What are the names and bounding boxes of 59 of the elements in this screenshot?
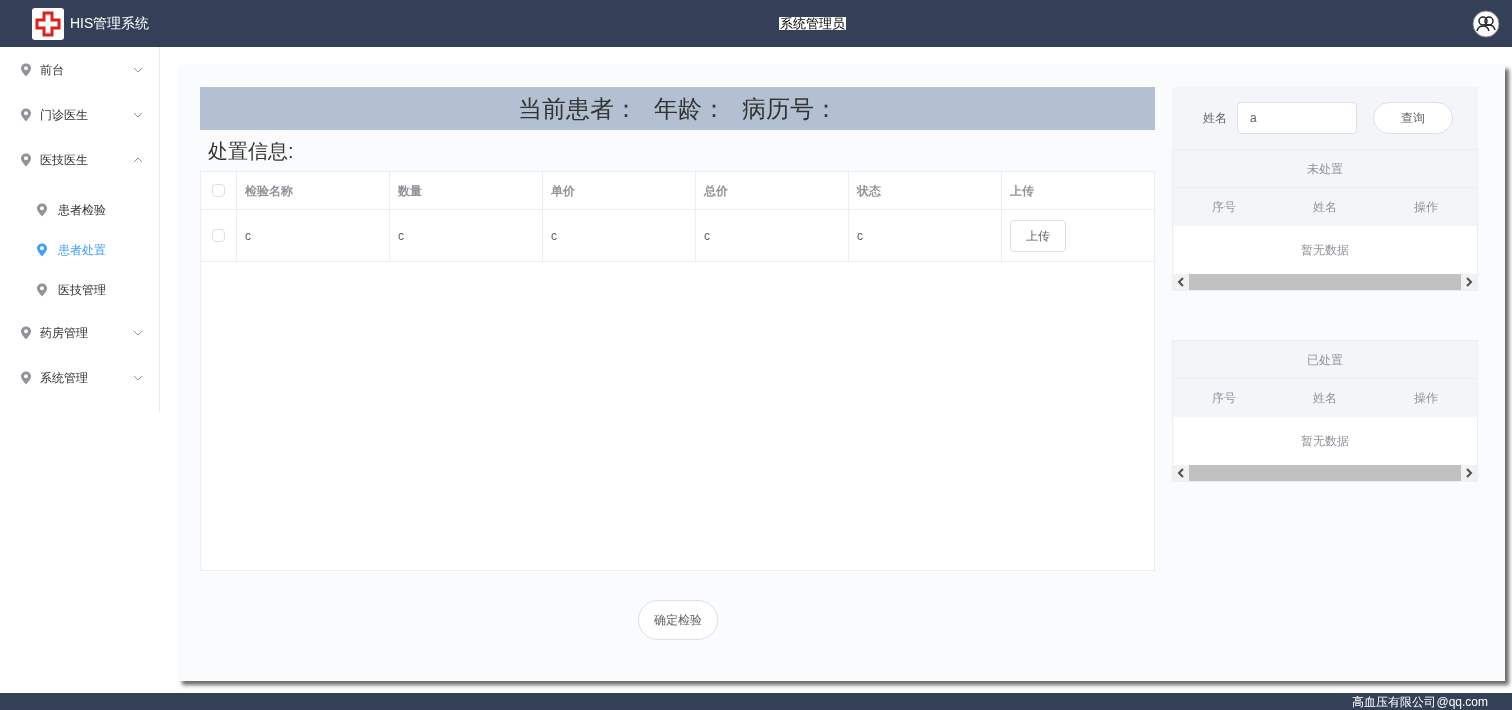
location-pin-icon [20,152,32,167]
column-header: 状态 [857,182,881,200]
upload-button[interactable]: 上传 [1010,219,1066,252]
location-pin-icon [36,203,48,217]
table-cell-text: c [398,227,404,245]
patient-field-label: 病历号： [741,93,838,124]
menu-item[interactable]: 药房管理 [0,310,159,355]
checkbox[interactable] [212,229,225,242]
submenu-item[interactable]: 患者检验 [0,190,159,230]
column-header: 序号 [1211,390,1236,407]
column-header: 单价 [551,182,575,200]
confirm-button[interactable]: 确定检验 [637,600,718,640]
column-header: 数量 [398,182,422,200]
patient-field-label: 当前患者： [517,93,638,124]
column-header: 姓名 [1313,390,1337,407]
chevron-icon [133,156,143,163]
column-header: 检验名称 [245,182,293,200]
table-cell-text: c [857,227,863,245]
submenu-item[interactable]: 医技管理 [0,270,159,310]
section-title: 处置信息: [208,138,294,164]
menu-item[interactable]: 前台 [0,47,159,92]
empty-text: 暂无数据 [1301,242,1349,259]
menu-item[interactable]: 系统管理 [0,355,159,400]
column-header: 序号 [1211,199,1236,216]
chevron-icon [133,329,143,336]
location-pin-icon [20,62,32,77]
user-role: 系统管理员 [778,17,846,30]
menu-item[interactable]: 门诊医生 [0,92,159,137]
chevron-icon [133,66,143,73]
footer-text: 高血压有限公司@qq.com [1352,695,1488,708]
menu-item[interactable]: 医技医生 [0,137,159,182]
table-cell-text: c [551,227,557,245]
name-input[interactable]: a [1237,102,1357,134]
horizontal-scrollbar[interactable] [1173,274,1477,290]
location-pin-icon [36,243,48,257]
column-header: 姓名 [1313,199,1337,216]
patient-field-label: 年龄： [653,93,726,124]
logo-icon [32,7,64,40]
location-pin-icon [36,283,48,297]
location-pin-icon [20,325,32,340]
chevron-icon [133,374,143,381]
checkbox[interactable] [212,184,225,197]
search-button[interactable]: 查询 [1373,102,1453,134]
location-pin-icon [20,370,32,385]
user-avatar-icon[interactable] [1472,9,1500,38]
column-header: 操作 [1414,199,1439,216]
list-title: 已处置 [1307,351,1343,369]
table-cell-text: c [704,227,710,245]
app-title: HIS管理系统 [70,14,150,33]
list-title: 未处置 [1307,160,1343,178]
empty-text: 暂无数据 [1301,433,1349,450]
search-label: 姓名 [1203,110,1227,127]
column-header: 上传 [1010,182,1034,200]
location-pin-icon [20,107,32,122]
chevron-icon [133,111,143,118]
table-cell-text: c [245,227,251,245]
column-header: 总价 [704,182,728,200]
column-header: 操作 [1414,390,1439,407]
horizontal-scrollbar[interactable] [1173,465,1477,481]
